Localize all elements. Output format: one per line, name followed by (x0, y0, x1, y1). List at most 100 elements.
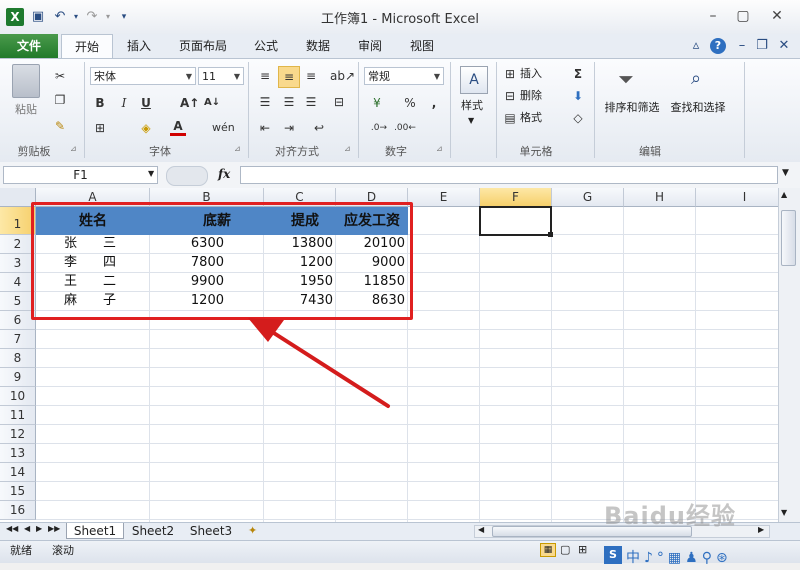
prev-sheet-icon[interactable]: ◀ (24, 524, 30, 533)
fill-handle[interactable] (548, 232, 553, 237)
currency-icon[interactable]: ¥ (368, 95, 386, 111)
row-header[interactable]: 9 (0, 368, 36, 387)
sheet-tab-2[interactable]: Sheet2 (126, 523, 180, 539)
paste-button-label[interactable]: 粘贴 (10, 102, 42, 118)
font-name-select[interactable]: 宋体 ▼ (90, 67, 196, 85)
sort-filter-icon[interactable]: ⏷ (612, 64, 640, 94)
tab-data[interactable]: 数据 (296, 34, 340, 58)
collapse-ribbon-icon[interactable]: ▵ (688, 38, 704, 54)
autosum-icon[interactable]: Σ (570, 66, 586, 82)
format-cells-icon[interactable]: ▤ (502, 110, 518, 126)
align-middle-icon[interactable]: ≡ (278, 66, 300, 88)
tab-formulas[interactable]: 公式 (244, 34, 288, 58)
expand-formula-icon[interactable]: ▼ (782, 168, 789, 178)
borders-icon[interactable]: ⊞ (92, 120, 108, 136)
find-select-icon[interactable]: ⌕ (682, 64, 710, 94)
decrease-decimal-icon[interactable]: .00← (394, 120, 416, 136)
chevron-down-icon[interactable]: ▼ (148, 169, 154, 178)
increase-decimal-icon[interactable]: .0→ (368, 120, 390, 136)
last-sheet-icon[interactable]: ▶▶ (48, 524, 60, 533)
dialog-launcher-icon[interactable]: ⊿ (234, 144, 241, 153)
increase-indent-icon[interactable]: ⇥ (280, 120, 298, 136)
fill-color-icon[interactable]: ◈ (138, 120, 154, 136)
ime-mode-icons[interactable]: 中♪°▦♟⚲⊛ (626, 547, 732, 567)
sheet-tab-3[interactable]: Sheet3 (184, 523, 238, 539)
tab-page-layout[interactable]: 页面布局 (172, 34, 234, 58)
row-header[interactable]: 16 (0, 501, 36, 520)
number-format-select[interactable]: 常规 ▼ (364, 67, 444, 85)
sort-filter-button[interactable]: 排序和筛选 (600, 100, 664, 116)
insert-cells-button[interactable]: 插入 (520, 66, 542, 82)
name-box[interactable]: F1 (3, 166, 158, 184)
maximize-button[interactable]: ▢ (730, 6, 756, 26)
page-layout-view-icon[interactable]: ▢ (560, 543, 570, 556)
doc-restore-icon[interactable]: ❐ (754, 38, 770, 54)
row-header[interactable]: 8 (0, 349, 36, 368)
dialog-launcher-icon[interactable]: ⊿ (436, 144, 443, 153)
hscroll-left-icon[interactable]: ◀ (478, 525, 484, 534)
column-header[interactable]: F (480, 188, 552, 207)
doc-minimize-icon[interactable]: – (734, 38, 750, 54)
clear-icon[interactable]: ◇ (570, 110, 586, 126)
tab-home[interactable]: 开始 (61, 34, 113, 59)
font-size-select[interactable]: 11 ▼ (198, 67, 244, 85)
fill-icon[interactable]: ⬇ (570, 88, 586, 104)
italic-button[interactable]: I (116, 95, 132, 111)
cut-icon[interactable]: ✂ (52, 68, 68, 84)
align-bottom-icon[interactable]: ≡ (302, 68, 320, 84)
page-break-view-icon[interactable]: ⊞ (578, 543, 587, 556)
shrink-font-icon[interactable]: A↓ (204, 95, 220, 111)
align-top-icon[interactable]: ≡ (256, 68, 274, 84)
styles-button-label[interactable]: 样式 (454, 98, 490, 114)
decrease-indent-icon[interactable]: ⇤ (256, 120, 274, 136)
row-header[interactable]: 14 (0, 463, 36, 482)
row-header[interactable]: 12 (0, 425, 36, 444)
close-button[interactable]: ✕ (764, 6, 790, 26)
bold-button[interactable]: B (92, 95, 108, 111)
tab-review[interactable]: 审阅 (348, 34, 392, 58)
insert-sheet-icon[interactable]: ✦ (248, 524, 257, 537)
help-icon[interactable]: ? (710, 38, 726, 54)
doc-close-icon[interactable]: ✕ (776, 38, 792, 54)
percent-icon[interactable]: % (402, 95, 418, 111)
insert-cells-icon[interactable]: ⊞ (502, 66, 518, 82)
align-left-icon[interactable]: ☰ (256, 94, 274, 110)
delete-cells-icon[interactable]: ⊟ (502, 88, 518, 104)
row-header[interactable]: 10 (0, 387, 36, 406)
column-header[interactable]: G (552, 188, 624, 207)
normal-view-icon[interactable]: ▦ (540, 543, 556, 557)
tab-view[interactable]: 视图 (400, 34, 444, 58)
sheet-tab-1[interactable]: Sheet1 (66, 523, 124, 539)
hscroll-right-icon[interactable]: ▶ (758, 525, 764, 534)
merge-center-icon[interactable]: ⊟ (330, 94, 348, 110)
dialog-launcher-icon[interactable]: ⊿ (344, 144, 351, 153)
minimize-button[interactable]: – (700, 6, 726, 26)
grow-font-icon[interactable]: A↑ (180, 95, 199, 111)
scroll-up-icon[interactable]: ▲ (781, 190, 787, 199)
tab-file[interactable]: 文件 (0, 34, 58, 58)
tab-insert[interactable]: 插入 (116, 34, 162, 58)
row-header[interactable]: 13 (0, 444, 36, 463)
copy-icon[interactable]: ❐ (52, 92, 68, 108)
font-color-icon[interactable]: A (170, 120, 186, 136)
comma-icon[interactable]: , (426, 95, 442, 111)
format-cells-button[interactable]: 格式 (520, 110, 542, 126)
paste-icon[interactable] (12, 64, 40, 98)
selected-cell-f1[interactable] (479, 206, 552, 236)
phonetic-icon[interactable]: wén (212, 120, 235, 136)
dialog-launcher-icon[interactable]: ⊿ (70, 144, 77, 153)
column-header[interactable]: E (408, 188, 480, 207)
scroll-down-icon[interactable]: ▼ (781, 508, 787, 517)
delete-cells-button[interactable]: 删除 (520, 88, 542, 104)
column-header[interactable]: H (624, 188, 696, 207)
wrap-text-icon[interactable]: ↩ (310, 120, 328, 136)
scroll-thumb[interactable] (781, 210, 796, 266)
fx-icon[interactable]: fx (218, 167, 230, 181)
underline-button[interactable]: U (138, 95, 154, 111)
orientation-icon[interactable]: ab↗ (330, 68, 355, 84)
align-right-icon[interactable]: ☰ (302, 94, 320, 110)
row-header[interactable]: 11 (0, 406, 36, 425)
align-center-icon[interactable]: ☰ (280, 94, 298, 110)
styles-icon[interactable]: A (460, 66, 488, 94)
format-painter-icon[interactable]: ✎ (52, 118, 68, 134)
